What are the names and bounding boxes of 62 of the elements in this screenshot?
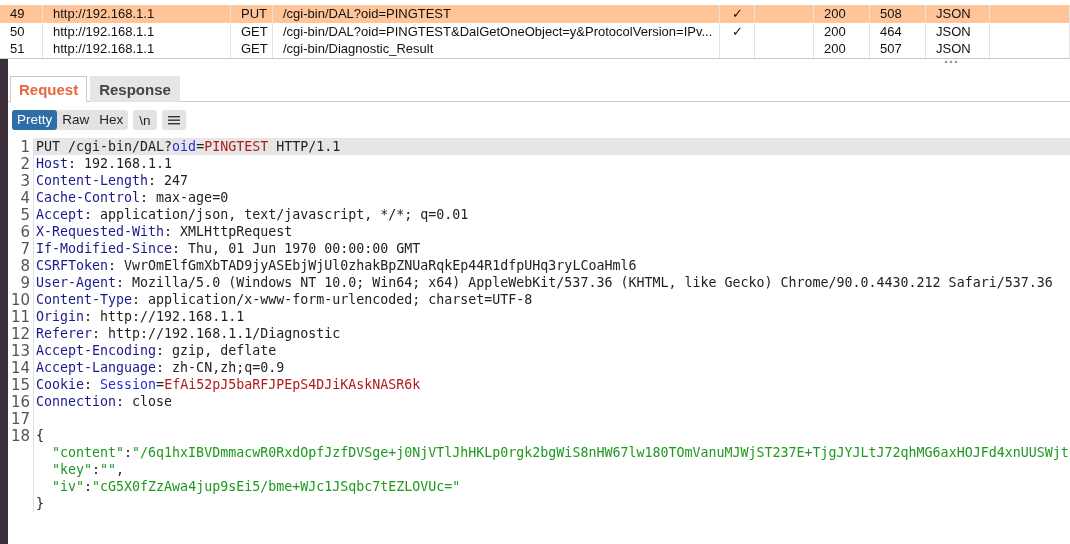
code-line: Cookie: Session=EfAi52pJ5baRFJPEpS4DJiKAskNASR6k bbox=[35, 377, 421, 392]
code-line: Content-Type: application/x-www-form-urlencoded; charset=UTF-8 bbox=[35, 292, 533, 307]
code-line: "iv":"cG5X0fZzAwa4jup9sEi5/bme+WJc1JSqbc7tEZLOVUc=" bbox=[51, 479, 461, 494]
line-number: 12 bbox=[10, 324, 30, 343]
code-line: PUT /cgi-bin/DAL?oid=PINGTEST HTTP/1.1 bbox=[35, 139, 341, 154]
line-number: 18 bbox=[10, 426, 30, 445]
table-cell: JSON bbox=[926, 5, 990, 23]
code-line: "content":"/6q1hxIBVDmmacwR0RxdOpfJzfDVSge+j0NjVTlJhHKLp0rgk2bgWiS8nHW67lw180TOmVanuMJWjST237E+TjgJYJLtJ72qhMG6axHOJFd4xnUUSWjt bbox=[51, 445, 1069, 460]
table-cell: 508 bbox=[870, 5, 926, 23]
line-number: 2 bbox=[20, 154, 30, 173]
table-cell: 49 bbox=[0, 5, 43, 23]
line-number: 5 bbox=[20, 205, 30, 224]
code-line: User-Agent: Mozilla/5.0 (Windows NT 10.0; Win64; x64) AppleWebKit/537.36 (KHTML, like Gecko) Chrome/90.0.4430.212 Safari/537.36 bbox=[35, 275, 1053, 290]
line-number: 11 bbox=[10, 307, 30, 326]
code-line: If-Modified-Since: Thu, 01 Jun 1970 00:00:00 GMT bbox=[35, 241, 421, 256]
code-line: Origin: http://192.168.1.1 bbox=[35, 309, 245, 324]
table-cell: 507 bbox=[870, 40, 926, 58]
table-cell: http://192.168.1.1 bbox=[43, 5, 231, 23]
view-mode-button[interactable]: Raw bbox=[57, 110, 95, 130]
code-line: Accept-Encoding: gzip, deflate bbox=[35, 343, 277, 358]
line-number: 17 bbox=[10, 409, 30, 428]
code-line: CSRFToken: VwrOmElfGmXbTAD9jyASEbjWjUl0zhakBpZNUaRqkEp44R1dfpUHq3ryLCoaHml6 bbox=[35, 258, 637, 273]
table-cell: GET bbox=[231, 40, 273, 58]
line-number: 1 bbox=[20, 137, 30, 156]
newline-button[interactable]: \n bbox=[133, 110, 157, 130]
table-cell: PUT bbox=[231, 5, 273, 23]
menu-button[interactable] bbox=[161, 110, 186, 130]
line-number: 9 bbox=[20, 273, 30, 292]
code-line: Accept: application/json, text/javascript, */*; q=0.01 bbox=[35, 207, 469, 222]
code-line: { bbox=[35, 428, 44, 443]
table-cell: JSON bbox=[926, 40, 990, 58]
table-cell: http://192.168.1.1 bbox=[43, 40, 231, 58]
code-line: Connection: close bbox=[35, 394, 173, 409]
line-number: 14 bbox=[10, 358, 30, 377]
table-cell: 200 bbox=[814, 40, 870, 58]
line-number: 10 bbox=[10, 290, 30, 309]
table-cell: 51 bbox=[0, 40, 43, 58]
view-mode-button[interactable]: Hex bbox=[94, 110, 129, 130]
resize-grip-icon[interactable] bbox=[944, 60, 958, 64]
history-row[interactable]: 49 http://192.168.1.1 PUT /cgi-bin/DAL?oid=PINGTEST ✓ 200 508 JSON bbox=[0, 5, 1070, 23]
line-number: 16 bbox=[10, 392, 30, 411]
line-number: 4 bbox=[20, 188, 30, 207]
code-line: "key":"", bbox=[51, 462, 125, 477]
line-number: 13 bbox=[10, 341, 30, 360]
table-cell: /cgi-bin/Diagnostic_Result bbox=[273, 40, 720, 58]
line-number: 6 bbox=[20, 222, 30, 241]
table-cell: ✓ bbox=[720, 5, 755, 23]
tab[interactable]: Response bbox=[90, 76, 180, 102]
view-mode-button[interactable]: Pretty bbox=[12, 110, 58, 130]
code-line: } bbox=[35, 496, 44, 511]
line-number: 3 bbox=[20, 171, 30, 190]
line-number: 8 bbox=[20, 256, 30, 275]
code-line: X-Requested-With: XMLHttpRequest bbox=[35, 224, 293, 239]
code-line: Accept-Language: zh-CN,zh;q=0.9 bbox=[35, 360, 285, 375]
code-line: Content-Length: 247 bbox=[35, 173, 189, 188]
code-line: Referer: http://192.168.1.1/Diagnostic bbox=[35, 326, 341, 341]
table-cell: /cgi-bin/DAL?oid=PINGTEST bbox=[273, 5, 720, 23]
table-cell: 200 bbox=[814, 5, 870, 23]
line-number: 15 bbox=[10, 375, 30, 394]
line-number: 7 bbox=[20, 239, 30, 258]
code-line: Host: 192.168.1.1 bbox=[35, 156, 173, 171]
code-line: Cache-Control: max-age=0 bbox=[35, 190, 229, 205]
